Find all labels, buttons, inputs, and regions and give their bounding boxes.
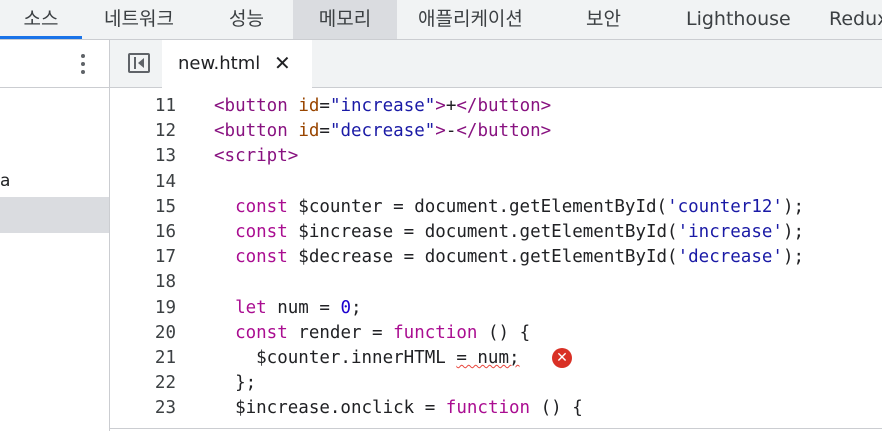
- code-line[interactable]: 13 <script>: [110, 144, 882, 169]
- line-number[interactable]: 16: [110, 220, 176, 245]
- error-icon[interactable]: ✕: [552, 348, 572, 368]
- close-icon[interactable]: ✕: [274, 51, 291, 75]
- tab-security[interactable]: 보안: [586, 0, 621, 39]
- file-tab[interactable]: new.html ✕: [162, 40, 312, 88]
- tab-redux[interactable]: Redux: [829, 0, 882, 39]
- line-number[interactable]: 22: [110, 371, 176, 396]
- line-number[interactable]: 15: [110, 195, 176, 220]
- toggle-navigator-icon[interactable]: [128, 53, 150, 73]
- code-line[interactable]: 19 let num = 0;: [110, 296, 882, 321]
- code-text: };: [214, 373, 257, 394]
- line-number[interactable]: 11: [110, 94, 176, 119]
- navigator-header: [0, 40, 109, 88]
- code-line[interactable]: 11 <button id="increase">+</button>: [110, 94, 882, 119]
- code-text: <button id="increase">+</button>: [214, 96, 552, 116]
- code-text: $counter.innerHTML = num;: [214, 348, 520, 368]
- code-line[interactable]: 21 $counter.innerHTML = num; ✕: [110, 346, 882, 371]
- line-number[interactable]: 12: [110, 119, 176, 144]
- code-line[interactable]: 22 };: [110, 371, 882, 396]
- code-line[interactable]: 17 const $decrease = document.getElement…: [110, 245, 882, 270]
- editor-tab-bar: new.html ✕: [110, 40, 882, 88]
- divider: [110, 428, 882, 429]
- navigator-item[interactable]: a: [0, 171, 10, 191]
- line-number[interactable]: 13: [110, 144, 176, 169]
- code-text: const $counter = document.getElementById…: [235, 196, 805, 217]
- code-text: const render = function () {: [235, 322, 531, 343]
- code-text: <button id="decrease">-</button>: [214, 121, 552, 142]
- navigator-selected-row[interactable]: [0, 197, 109, 233]
- code-line[interactable]: 14: [110, 170, 882, 195]
- tab-application[interactable]: 애플리케이션: [418, 0, 523, 39]
- code-line[interactable]: 16 const $increase = document.getElement…: [110, 220, 882, 245]
- code-text: <script>: [214, 146, 299, 167]
- tab-lighthouse[interactable]: Lighthouse: [686, 0, 791, 39]
- code-text: const $decrease = document.getElementByI…: [235, 247, 805, 268]
- line-number[interactable]: 18: [110, 270, 176, 295]
- file-tab-name: new.html: [178, 53, 261, 74]
- tab-memory[interactable]: 메모리: [293, 0, 397, 39]
- line-number[interactable]: 20: [110, 321, 176, 346]
- code-line[interactable]: 18: [110, 270, 882, 295]
- code-text: $increase.onclick = function () {: [214, 398, 583, 419]
- tab-network[interactable]: 네트워크: [104, 0, 174, 39]
- line-number[interactable]: 23: [110, 396, 176, 421]
- code-line[interactable]: 15 const $counter = document.getElementB…: [110, 195, 882, 220]
- line-number[interactable]: 21: [110, 346, 176, 371]
- line-number[interactable]: 19: [110, 296, 176, 321]
- navigator-panel: a: [0, 40, 110, 431]
- code-line[interactable]: 20 const render = function () {: [110, 321, 882, 346]
- code-editor[interactable]: 11 <button id="increase">+</button> 12 <but…: [110, 88, 882, 431]
- code-text: const $increase = document.getElementByI…: [235, 222, 805, 242]
- line-number[interactable]: 17: [110, 245, 176, 270]
- more-options-icon[interactable]: [76, 52, 90, 76]
- tab-sources[interactable]: 소스: [0, 0, 82, 39]
- code-line[interactable]: 12 <button id="decrease">-</button>: [110, 119, 882, 144]
- code-line[interactable]: 23 $increase.onclick = function () {: [110, 396, 882, 421]
- line-number[interactable]: 14: [110, 170, 176, 195]
- devtools-tab-bar: 소스 네트워크 성능 메모리 애플리케이션 보안 Lighthouse Redu…: [0, 0, 882, 40]
- code-text: let num = 0;: [235, 297, 362, 318]
- tab-performance[interactable]: 성능: [229, 0, 264, 39]
